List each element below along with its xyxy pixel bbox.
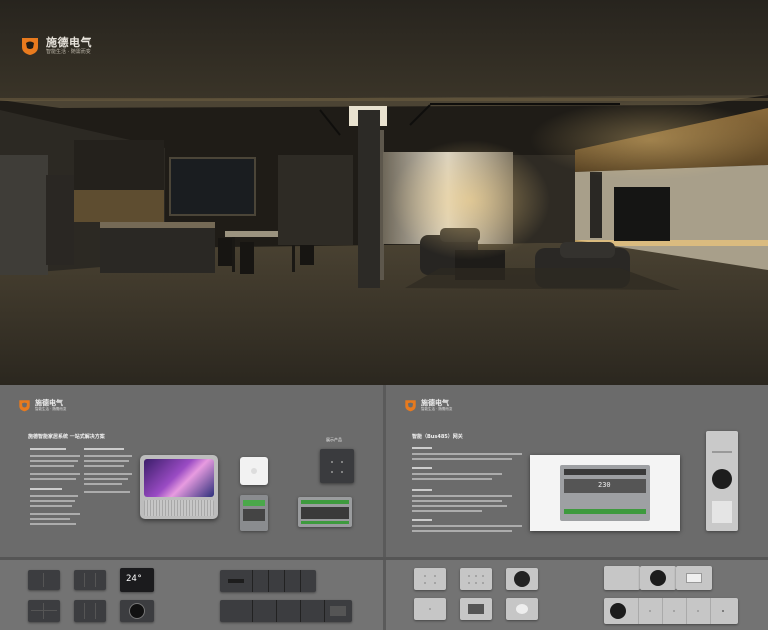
brand-block: 施德电气 智能生活 · 随需而变 (20, 36, 92, 56)
lion-shield-logo-icon (19, 400, 30, 412)
switch-3gang-dark (74, 570, 106, 590)
switch-4gang-dark (28, 600, 60, 622)
socket-panel (706, 431, 738, 531)
switch-1gang-light (414, 598, 446, 620)
panel-title: 智能（Bus485）网关 (412, 434, 463, 440)
knob-panel-light (506, 568, 538, 590)
usb-socket-light (676, 566, 712, 590)
switch-6gang-light (460, 568, 492, 590)
thermostat-panel: 24° (120, 568, 154, 592)
lion-shield-logo-icon (405, 400, 416, 412)
module-display: 230 (598, 481, 611, 489)
smart-control-panel-device (140, 455, 218, 519)
panel-brand: 施德电气 智能生活 · 随需而变 (404, 399, 452, 412)
scene-switch-device (320, 449, 354, 483)
system-overview-panel: 施德电气 智能生活 · 随需而变 施德智能家居系统 一站式解决方案 展示产品 (0, 385, 383, 557)
panel-brand-name: 施德电气 (421, 399, 449, 407)
gateway-panel: 施德电气 智能生活 · 随需而变 智能（Bus485）网关 230 (386, 385, 768, 557)
sensor-device (240, 457, 268, 485)
thermostat-readout: 24° (126, 574, 143, 584)
interior-photo: 施德电气 智能生活 · 随需而变 (0, 0, 768, 385)
gateway-photo-frame: 230 (530, 455, 680, 531)
speaker-grille (144, 500, 214, 516)
brand-text: 施德电气 智能生活 · 随需而变 (46, 35, 92, 56)
multi-gang-frame-light (604, 598, 738, 624)
switch-6gang-dark (74, 600, 106, 622)
switch-lineup-light (386, 560, 768, 630)
gateway-module-small (240, 495, 268, 531)
switch-lineup-dark: 24° (0, 560, 383, 630)
poster: 施德电气 智能生活 · 随需而变 施德电气 智能生活 · 随需而变 施德智能家居… (0, 0, 768, 630)
switch-2gang-dark (28, 570, 60, 590)
brand-slogan: 智能生活 · 随需而变 (46, 48, 91, 55)
brand-name: 施德电气 (46, 35, 92, 49)
panel-brand-slogan: 智能生活 · 随需而变 (35, 407, 67, 411)
gateway-module: 230 (560, 465, 650, 521)
socket-light (506, 598, 538, 620)
multi-gang-frame-top (220, 570, 316, 592)
device-screen (144, 459, 214, 497)
lion-shield-logo-icon (22, 38, 38, 55)
knob-plate-light (640, 566, 676, 590)
panel-tag: 展示产品 (326, 437, 342, 442)
multi-gang-frame-bottom (220, 600, 352, 622)
switch-4gang-light (414, 568, 446, 590)
data-socket-light (460, 598, 492, 620)
knob-panel-dark (120, 600, 154, 622)
relay-module-device (298, 497, 352, 527)
panel-brand-name: 施德电气 (35, 399, 63, 407)
interior-scene (0, 0, 768, 385)
panel-brand: 施德电气 智能生活 · 随需而变 (18, 399, 66, 412)
panel-brand-slogan: 智能生活 · 随需而变 (421, 407, 453, 411)
switch-plate-light-a (604, 566, 640, 590)
panel-title: 施德智能家居系统 一站式解决方案 (28, 434, 105, 440)
